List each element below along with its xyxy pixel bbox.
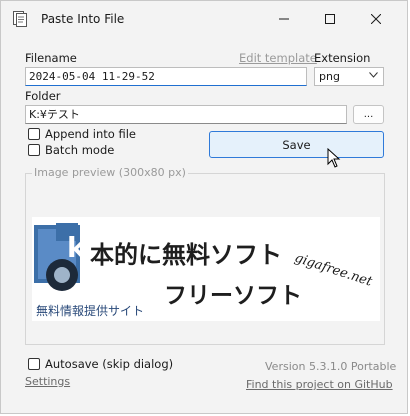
preview-image: k 本的に無料ソフト フリーソフト 無料情報提供サイト gigafree.net (32, 217, 380, 321)
append-checkbox-box[interactable] (28, 128, 40, 140)
autosave-label: Autosave (skip dialog) (45, 357, 174, 371)
browse-button[interactable]: ... (353, 105, 384, 124)
extension-label: Extension (314, 51, 371, 65)
maximize-icon (325, 14, 335, 24)
batch-mode-checkbox[interactable]: Batch mode (28, 143, 114, 157)
maximize-button[interactable] (307, 1, 353, 37)
autosave-checkbox-box[interactable] (28, 358, 40, 370)
minimize-icon (279, 18, 289, 20)
chevron-down-icon (369, 72, 378, 78)
folder-label: Folder (25, 89, 61, 103)
save-button[interactable]: Save (209, 131, 384, 158)
version-text: Version 5.3.1.0 Portable (265, 360, 397, 373)
batch-mode-checkbox-box[interactable] (28, 144, 40, 156)
settings-link[interactable]: Settings (25, 375, 70, 388)
title-bar[interactable]: Paste Into File (1, 1, 407, 37)
main-window: Paste Into File Filename Edit template E… (0, 0, 408, 414)
extension-value: png (319, 70, 340, 83)
filename-label: Filename (25, 51, 77, 65)
logo-caption-text: 無料情報提供サイト (36, 303, 144, 318)
logo-sub-text: フリーソフト (164, 283, 302, 309)
append-label: Append into file (45, 127, 136, 141)
paste-app-icon (13, 11, 27, 27)
logo-mark-icon: k (34, 223, 87, 291)
image-preview-title: Image preview (300x80 px) (32, 166, 188, 179)
mouse-cursor-icon (327, 148, 341, 168)
logo-main-text: 本的に無料ソフト (90, 241, 282, 269)
autosave-checkbox[interactable]: Autosave (skip dialog) (28, 357, 173, 371)
github-link[interactable]: Find this project on GitHub (246, 378, 393, 391)
edit-template-link[interactable]: Edit template (239, 51, 317, 65)
folder-input[interactable]: K:¥テスト (25, 105, 347, 124)
close-button[interactable] (353, 1, 399, 37)
filename-input[interactable]: 2024-05-04 11-29-52 (25, 67, 307, 86)
svg-text:k: k (67, 231, 87, 264)
extension-select[interactable]: png (314, 67, 384, 86)
batch-mode-label: Batch mode (45, 143, 115, 157)
image-preview: k 本的に無料ソフト フリーソフト 無料情報提供サイト gigafree.net (32, 217, 380, 321)
window-title: Paste Into File (41, 12, 125, 26)
close-icon (371, 14, 381, 24)
append-checkbox[interactable]: Append into file (28, 127, 136, 141)
minimize-button[interactable] (261, 1, 307, 37)
